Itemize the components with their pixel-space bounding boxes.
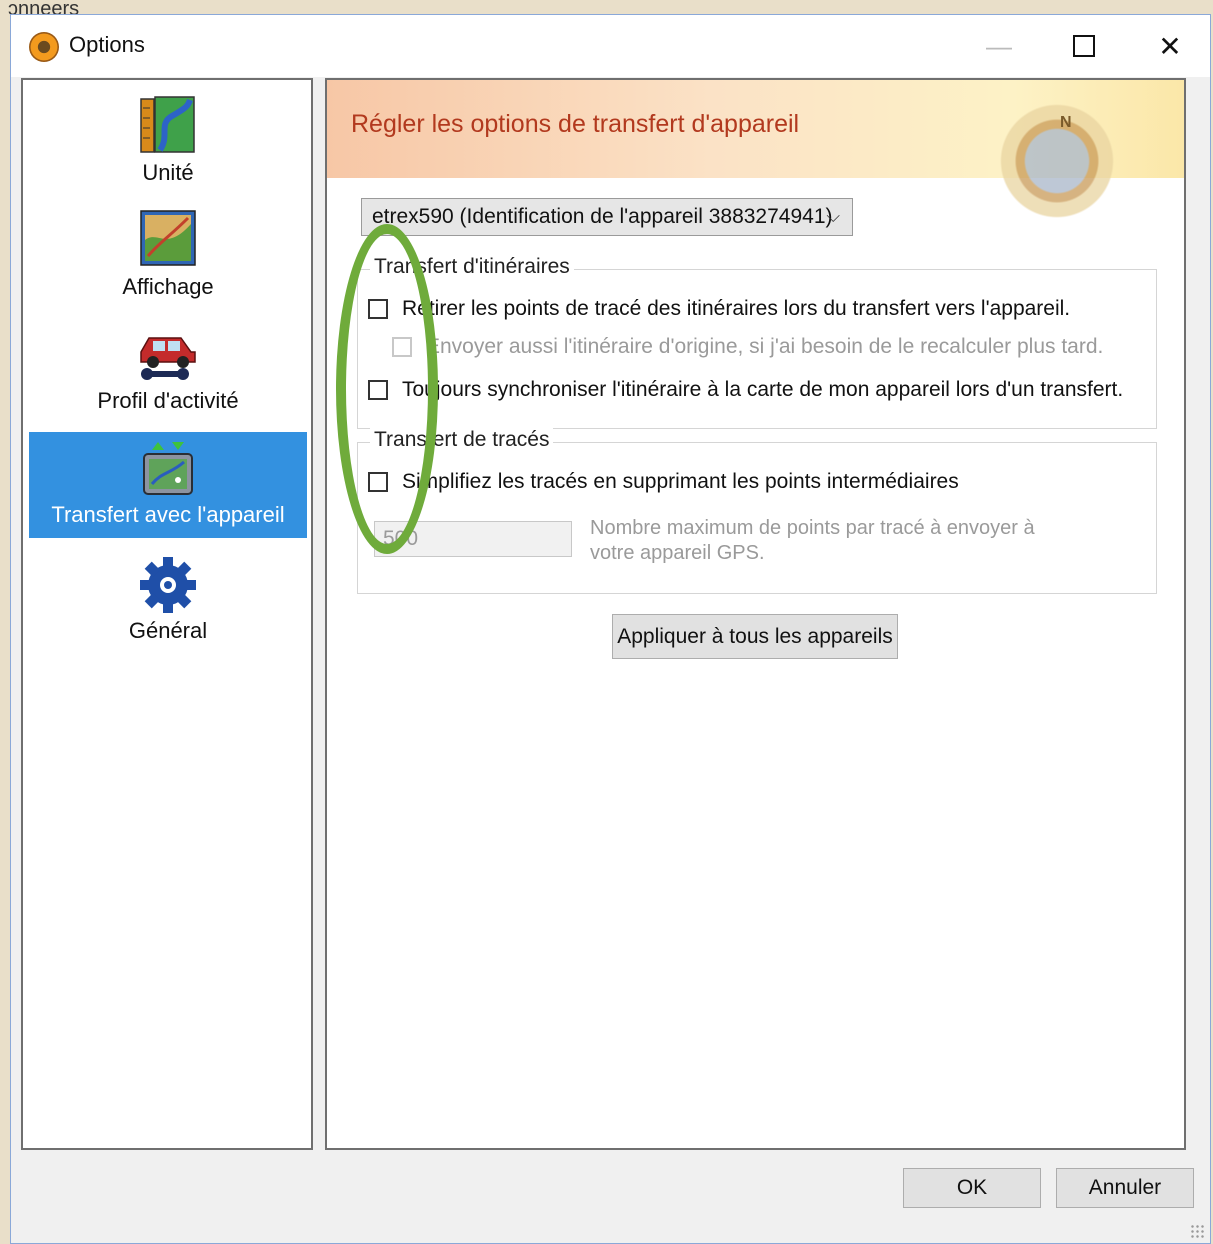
max-points-input[interactable]: 500 xyxy=(374,521,572,557)
simplify-tracks-option[interactable]: Simplifiez les tracés en supprimant les … xyxy=(368,470,959,494)
compass-north-label: N xyxy=(1060,114,1072,131)
device-transfer-icon xyxy=(143,442,193,495)
minimize-button[interactable]: — xyxy=(969,23,1029,69)
device-select[interactable]: etrex590 (Identification de l'appareil 3… xyxy=(361,198,853,236)
ok-button[interactable]: OK xyxy=(903,1168,1041,1208)
sync-route-map-option[interactable]: Toujours synchroniser l'itinéraire à la … xyxy=(368,378,1123,402)
max-points-help: Nombre maximum de points par tracé à env… xyxy=(590,517,1035,564)
sidebar-item-affichage[interactable]: Affichage xyxy=(29,204,307,310)
route-transfer-legend: Transfert d'itinéraires xyxy=(370,255,574,279)
sidebar-item-label: Unité xyxy=(142,160,194,185)
ruler-map-icon xyxy=(140,96,195,153)
minimize-icon: — xyxy=(986,30,1012,61)
resize-grip[interactable] xyxy=(1190,1224,1204,1238)
compass-icon xyxy=(992,96,1122,226)
car-wrench-icon xyxy=(140,337,196,380)
panel-title: Régler les options de transfert d'appare… xyxy=(351,110,800,138)
remove-track-points-option[interactable]: Retirer les points de tracé des itinérai… xyxy=(368,297,1070,321)
track-transfer-group: Transfert de tracés Simplifiez les tracé… xyxy=(357,428,1157,594)
device-select-value: etrex590 (Identification de l'appareil 3… xyxy=(372,205,833,228)
send-original-route-checkbox[interactable] xyxy=(392,337,412,357)
sidebar-item-label: Profil d'activité xyxy=(97,388,239,413)
title-bar: Options — ✕ xyxy=(11,15,1210,77)
close-button[interactable]: ✕ xyxy=(1140,23,1200,69)
sidebar-item-unite[interactable]: Unité xyxy=(29,90,307,196)
apply-all-devices-button[interactable]: Appliquer à tous les appareils xyxy=(612,614,898,659)
options-sidebar: Unité Affichage Profil d'activité Transf… xyxy=(21,78,313,1150)
route-transfer-group: Transfert d'itinéraires Retirer les poin… xyxy=(357,255,1157,429)
map-display-icon xyxy=(140,210,196,266)
sidebar-item-general[interactable]: Général xyxy=(29,548,307,654)
sidebar-item-profil[interactable]: Profil d'activité xyxy=(29,318,307,424)
simplify-tracks-checkbox[interactable] xyxy=(368,472,388,492)
close-icon: ✕ xyxy=(1158,30,1182,62)
maximize-icon xyxy=(1073,35,1095,57)
send-original-route-option[interactable]: Envoyer aussi l'itinéraire d'origine, si… xyxy=(392,335,1103,359)
remove-track-points-label: Retirer les points de tracé des itinérai… xyxy=(402,297,1071,320)
sidebar-item-transfert[interactable]: Transfert avec l'appareil xyxy=(29,432,307,538)
gear-icon xyxy=(140,557,196,613)
app-compass-icon xyxy=(29,32,59,62)
track-transfer-legend: Transfert de tracés xyxy=(370,428,554,452)
send-original-route-label: Envoyer aussi l'itinéraire d'origine, si… xyxy=(426,335,1104,358)
sidebar-item-label: Général xyxy=(128,618,208,643)
sidebar-item-label: Affichage xyxy=(122,274,214,299)
maximize-button[interactable] xyxy=(1054,23,1114,69)
cancel-button[interactable]: Annuler xyxy=(1056,1168,1194,1208)
sync-route-map-label: Toujours synchroniser l'itinéraire à la … xyxy=(402,378,1124,401)
window-title: Options xyxy=(69,32,145,57)
simplify-tracks-label: Simplifiez les tracés en supprimant les … xyxy=(402,470,959,493)
sidebar-item-label: Transfert avec l'appareil xyxy=(51,502,285,527)
remove-track-points-checkbox[interactable] xyxy=(368,299,388,319)
chevron-down-icon: ⌵ xyxy=(826,206,840,226)
sync-route-map-checkbox[interactable] xyxy=(368,380,388,400)
panel-banner: N Régler les options de transfert d'appa… xyxy=(327,80,1184,226)
options-panel: N Régler les options de transfert d'appa… xyxy=(325,78,1186,1150)
